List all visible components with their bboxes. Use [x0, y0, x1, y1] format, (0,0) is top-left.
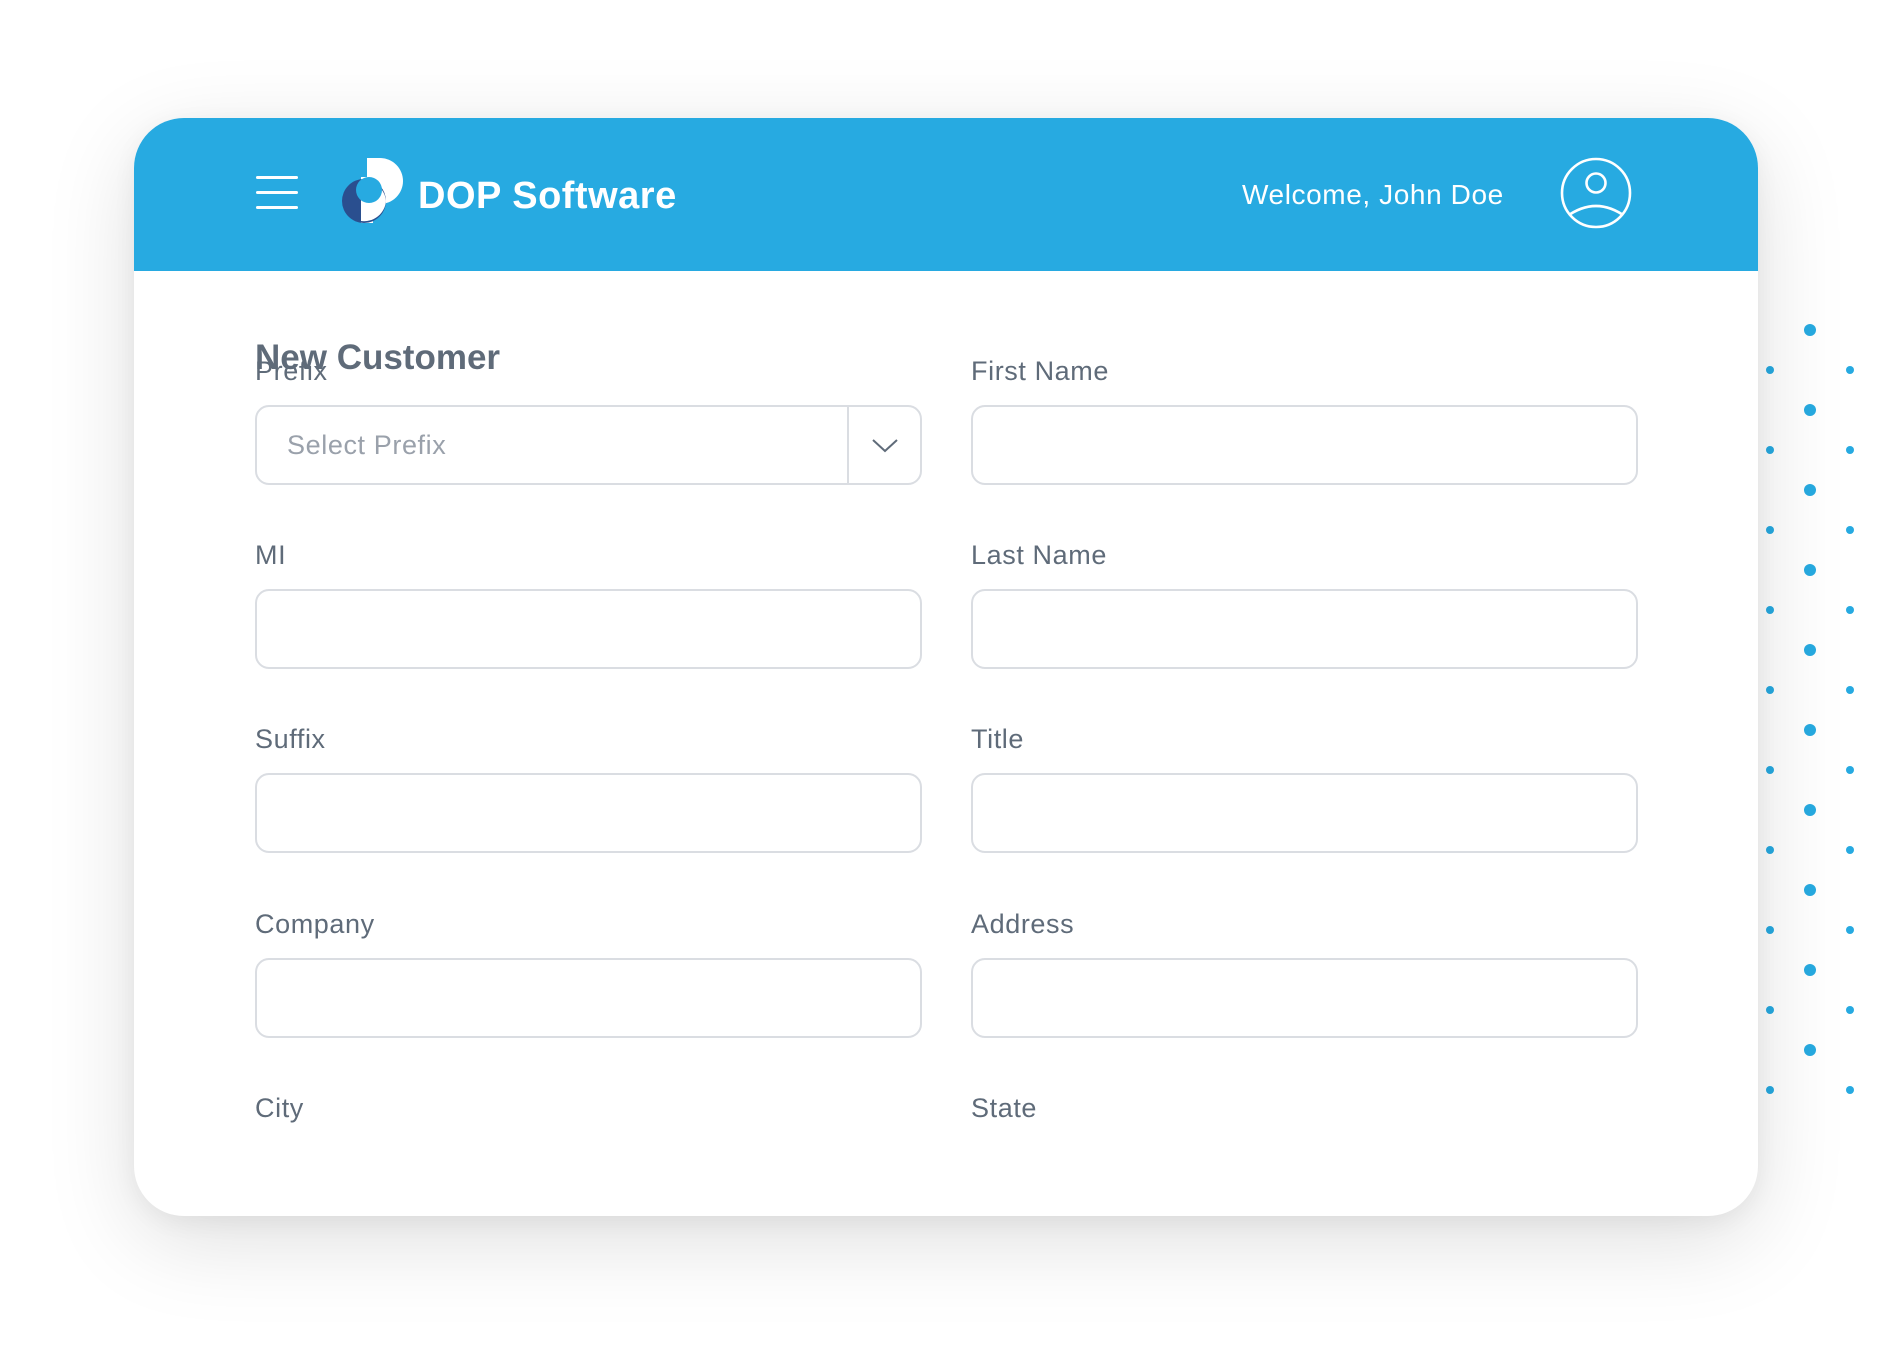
- decorative-dot: [1804, 1044, 1816, 1056]
- decorative-dot: [1846, 766, 1854, 774]
- decorative-dot: [1766, 446, 1774, 454]
- decorative-dot: [1846, 1006, 1854, 1014]
- decorative-dot: [1766, 366, 1774, 374]
- first-name-label: First Name: [971, 356, 1110, 386]
- state-label: State: [971, 1093, 1038, 1123]
- customer-form-card: DOP Software Welcome, John Doe New Custo…: [134, 118, 1758, 1216]
- last-name-label: Last Name: [971, 540, 1107, 570]
- select-divider: [847, 407, 849, 483]
- decorative-dot: [1804, 404, 1816, 416]
- mi-input[interactable]: [255, 589, 922, 669]
- decorative-dot: [1846, 926, 1854, 934]
- decorative-dot: [1766, 846, 1774, 854]
- decorative-dot: [1804, 724, 1816, 736]
- decorative-dot-pattern: [1766, 324, 1854, 1094]
- decorative-dot: [1766, 1086, 1774, 1094]
- decorative-dot: [1766, 686, 1774, 694]
- decorative-dot: [1804, 964, 1816, 976]
- decorative-dot: [1804, 484, 1816, 496]
- decorative-dot: [1766, 606, 1774, 614]
- company-input[interactable]: [255, 958, 922, 1038]
- decorative-dot: [1804, 884, 1816, 896]
- prefix-select[interactable]: Select Prefix: [255, 405, 922, 485]
- prefix-label: Prefix: [255, 356, 328, 386]
- decorative-dot: [1804, 564, 1816, 576]
- title-label: Title: [971, 724, 1025, 754]
- last-name-input[interactable]: [971, 589, 1638, 669]
- decorative-dot: [1804, 324, 1816, 336]
- decorative-dot: [1846, 846, 1854, 854]
- welcome-message: Welcome, John Doe: [1242, 179, 1504, 210]
- decorative-dot: [1846, 366, 1854, 374]
- decorative-dot: [1846, 1086, 1854, 1094]
- dop-logo-icon: [342, 158, 403, 223]
- decorative-dot: [1766, 526, 1774, 534]
- chevron-down-icon[interactable]: [871, 435, 899, 455]
- prefix-select-placeholder: Select Prefix: [287, 430, 447, 460]
- suffix-input[interactable]: [255, 773, 922, 853]
- decorative-dot: [1846, 606, 1854, 614]
- decorative-dot: [1766, 926, 1774, 934]
- hamburger-menu-icon[interactable]: [256, 176, 298, 210]
- brand-name: DOP Software: [418, 175, 677, 217]
- decorative-dot: [1766, 1006, 1774, 1014]
- decorative-dot: [1804, 804, 1816, 816]
- user-profile-icon[interactable]: [1560, 157, 1632, 229]
- decorative-dot: [1766, 766, 1774, 774]
- app-header: DOP Software Welcome, John Doe: [134, 118, 1758, 271]
- first-name-input[interactable]: [971, 405, 1638, 485]
- decorative-dot: [1846, 526, 1854, 534]
- decorative-dot: [1846, 686, 1854, 694]
- decorative-dot: [1846, 446, 1854, 454]
- company-label: Company: [255, 909, 375, 939]
- decorative-dot: [1804, 644, 1816, 656]
- mi-label: MI: [255, 540, 287, 570]
- form-content: New Customer Prefix Select Prefix First …: [134, 271, 1758, 1216]
- address-label: Address: [971, 909, 1075, 939]
- address-input[interactable]: [971, 958, 1638, 1038]
- city-label: City: [255, 1093, 304, 1123]
- suffix-label: Suffix: [255, 724, 326, 754]
- title-input[interactable]: [971, 773, 1638, 853]
